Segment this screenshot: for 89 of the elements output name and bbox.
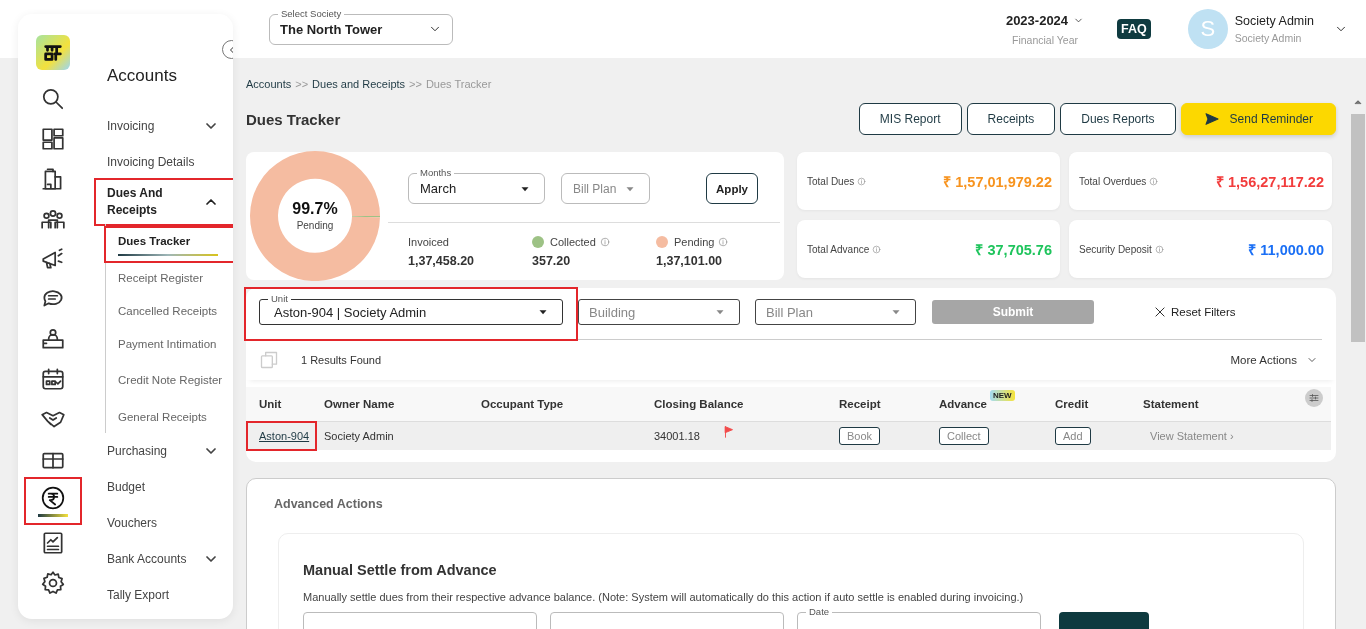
stat-label: Invoiced <box>408 236 449 248</box>
column-header: Occupant Type <box>481 398 564 410</box>
total-value: ₹ 11,000.00 <box>1248 241 1324 259</box>
table-cell: 34001.18 <box>654 430 700 442</box>
stat-label: Pending <box>674 236 715 248</box>
column-header: Unit <box>259 398 282 410</box>
row-action-button[interactable]: Collect <box>939 427 989 445</box>
calendar-icon[interactable] <box>40 366 66 392</box>
results-count: 1 Results Found <box>301 354 383 366</box>
menu-item[interactable]: Dues And Receipts <box>96 180 228 224</box>
stat-label: Collected <box>550 236 596 248</box>
submenu-item[interactable]: Receipt Register <box>106 261 230 294</box>
total-label: Total Advance <box>807 243 870 255</box>
total-value: ₹ 37,705.76 <box>975 241 1052 259</box>
sliders-icon <box>1308 392 1320 404</box>
year-caption: Financial Year <box>1012 33 1078 46</box>
megaphone-icon[interactable] <box>40 246 66 272</box>
page-title: Dues Tracker <box>246 110 342 128</box>
panel-description: Manually settle dues from their respective advance balance. (Note: System will automatically do this action if auto settle is enabled during invoicing.) <box>303 591 1025 603</box>
info-icon <box>857 176 867 186</box>
column-settings-button[interactable] <box>1305 389 1323 407</box>
column-header: Receipt <box>839 398 881 410</box>
year-select[interactable]: 2023-2024 <box>1005 12 1085 28</box>
stat-value: 1,37,101.00 <box>656 254 724 268</box>
menu-item[interactable]: Purchasing <box>96 433 228 469</box>
row-action-button[interactable]: Book <box>839 427 881 445</box>
scroll-thumb[interactable] <box>1351 114 1365 342</box>
info-icon <box>1154 244 1164 254</box>
faq-button[interactable]: FAQ <box>1117 19 1151 39</box>
menu-item[interactable]: Budget <box>96 469 228 505</box>
submenu-item[interactable]: Cancelled Receipts <box>106 294 230 327</box>
breadcrumb-separator: >> <box>409 78 422 90</box>
scroll-up-icon[interactable] <box>1354 98 1362 106</box>
send-reminder-button[interactable]: Send Reminder <box>1180 103 1336 135</box>
send-icon <box>1203 111 1220 127</box>
row-action-button[interactable]: Add <box>1055 427 1091 445</box>
report-button[interactable]: Dues Reports <box>1060 103 1176 135</box>
submenu-item[interactable]: Credit Note Register <box>106 360 230 400</box>
filter-select[interactable]: Building <box>578 299 740 325</box>
breadcrumb-separator: >> <box>295 78 309 90</box>
submenu-item[interactable]: General Receipts <box>106 400 230 433</box>
menu-title: Accounts <box>106 66 178 86</box>
column-header: Closing Balance <box>654 398 744 410</box>
report-button[interactable]: Receipts <box>966 103 1056 135</box>
filter-select[interactable]: Bill Plan <box>755 299 916 325</box>
stat-value: 1,37,458.20 <box>408 254 476 268</box>
reset-filters-button[interactable]: Reset Filters <box>1153 305 1236 319</box>
donut-label: Pending <box>296 220 334 231</box>
rupee-icon[interactable] <box>40 485 66 511</box>
column-header: Advance <box>939 398 987 410</box>
menu-item[interactable]: Vouchers <box>96 505 228 541</box>
breadcrumb-link[interactable]: Accounts <box>246 78 292 90</box>
bill-plan-select[interactable]: Bill Plan <box>561 173 650 204</box>
total-value: ₹ 1,57,01,979.22 <box>943 173 1052 191</box>
user-role: Society Admin <box>1234 32 1303 44</box>
report-button[interactable]: MIS Report <box>858 103 962 135</box>
submenu-item[interactable]: Payment Intimation <box>106 327 230 360</box>
new-badge: NEW <box>989 390 1015 401</box>
settings-icon[interactable] <box>40 570 66 596</box>
report-chart-icon[interactable] <box>40 530 66 556</box>
breadcrumb-link[interactable]: Dues and Receipts <box>312 78 406 90</box>
unit-link[interactable]: Aston-904 <box>259 430 312 442</box>
column-header: Owner Name <box>324 398 395 410</box>
close-icon <box>1153 305 1167 319</box>
column-header: Credit <box>1055 398 1089 410</box>
menu-item[interactable]: Invoicing <box>96 108 228 144</box>
donut-value: 99.7% <box>292 200 338 218</box>
submenu-item[interactable]: Dues Tracker <box>106 228 230 261</box>
menu-item[interactable]: Bank Accounts <box>96 541 228 577</box>
total-label: Security Deposit <box>1079 243 1152 255</box>
more-actions-button[interactable]: More Actions <box>1230 354 1318 366</box>
info-icon <box>872 244 882 254</box>
section-title: Advanced Actions <box>274 497 384 511</box>
apply-button[interactable]: Apply <box>706 173 758 204</box>
menu-item[interactable]: Tally Export <box>96 577 228 613</box>
logo-icon <box>36 35 70 70</box>
menu-item[interactable]: Invoicing Details <box>96 144 228 180</box>
table-cell: Society Admin <box>324 430 394 442</box>
search-icon[interactable] <box>40 86 66 112</box>
user-name: Society Admin <box>1234 14 1314 28</box>
stat-value: 357.20 <box>532 254 572 268</box>
desk-person-icon[interactable] <box>40 326 66 352</box>
total-label: Total Dues <box>807 175 855 187</box>
total-label: Total Overdues <box>1079 175 1147 187</box>
panel-title: Manual Settle from Advance <box>303 562 498 578</box>
column-header: Statement <box>1143 398 1199 410</box>
info-icon <box>1149 176 1159 186</box>
dashboard-icon[interactable] <box>40 126 66 152</box>
total-value: ₹ 1,56,27,117.22 <box>1216 173 1324 191</box>
